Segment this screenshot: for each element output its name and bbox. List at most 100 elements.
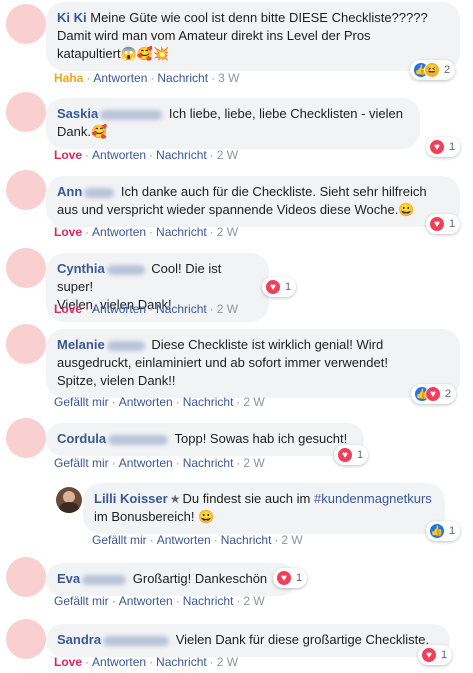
avatar[interactable] xyxy=(6,324,46,364)
reaction-summary[interactable]: ♥ 1 xyxy=(426,137,461,157)
comment-actions: Gefällt mir · Antworten · Nachricht · 2 W xyxy=(54,456,265,470)
timestamp[interactable]: 2 W xyxy=(217,148,238,162)
comment-author[interactable]: Cynthia xyxy=(57,261,105,276)
like-link[interactable]: Gefällt mir xyxy=(54,594,109,608)
love-icon: ♥ xyxy=(425,386,441,402)
comment-bubble: Eva Großartig! Dankeschön xyxy=(46,563,296,596)
comment-author[interactable]: Lilli Koisser xyxy=(94,491,168,506)
comment-actions: Love · Antworten · Nachricht · 2 W xyxy=(54,302,239,316)
avatar[interactable] xyxy=(6,92,46,132)
avatar[interactable] xyxy=(6,4,46,44)
avatar[interactable] xyxy=(6,170,46,210)
avatar[interactable] xyxy=(6,619,46,659)
message-link[interactable]: Nachricht xyxy=(156,655,207,669)
reply-link[interactable]: Antworten xyxy=(119,395,173,409)
comment-text: Du findest sie auch im xyxy=(182,491,311,506)
timestamp[interactable]: 3 W xyxy=(218,71,239,85)
comment-author[interactable]: Ki Ki xyxy=(57,10,87,25)
comment-text: Ich danke auch für die Checkliste. Sieht… xyxy=(120,184,427,199)
reaction-summary[interactable]: ♥ 1 xyxy=(426,214,461,234)
comment-text: Spitze, vielen Dank!! xyxy=(57,373,176,388)
comment-text: aus und verspricht wieder spannende Vide… xyxy=(57,202,399,217)
reaction-summary[interactable]: ♥ 1 xyxy=(418,645,453,665)
emoji: 😱🥰💥 xyxy=(120,46,170,61)
reply-link[interactable]: Antworten xyxy=(92,148,146,162)
comment-text: Dank. xyxy=(57,124,91,139)
comment-author[interactable]: Sandra xyxy=(57,632,101,647)
hashtag-link[interactable]: #kundenmagnetkurs xyxy=(314,491,432,506)
comment-author[interactable]: Ann xyxy=(57,184,82,199)
message-link[interactable]: Nachricht xyxy=(221,533,272,547)
reaction-summary[interactable]: ♥ 1 xyxy=(273,568,308,588)
reaction-count: 2 xyxy=(445,388,452,400)
reaction-link[interactable]: Love xyxy=(54,225,82,239)
reply-link[interactable]: Antworten xyxy=(92,225,146,239)
avatar[interactable] xyxy=(6,248,46,288)
comment-bubble: Saskia Ich liebe, liebe, liebe Checklist… xyxy=(46,98,420,149)
message-link[interactable]: Nachricht xyxy=(183,594,234,608)
message-link[interactable]: Nachricht xyxy=(183,395,234,409)
comment-actions: Gefällt mir · Antworten · Nachricht · 2 W xyxy=(92,533,303,547)
reaction-count: 1 xyxy=(441,649,448,661)
comment-actions: Love · Antworten · Nachricht · 2 W xyxy=(54,148,239,162)
reaction-summary[interactable]: ♥ 1 xyxy=(262,277,297,297)
timestamp[interactable]: 2 W xyxy=(281,533,302,547)
message-link[interactable]: Nachricht xyxy=(157,71,208,85)
reaction-summary[interactable]: 👍 😆 2 xyxy=(410,60,456,80)
reaction-count: 1 xyxy=(449,218,456,230)
reaction-count: 1 xyxy=(357,449,364,461)
comment-text: ausgedruckt, einlaminiert und ab sofort … xyxy=(57,355,388,370)
love-icon: ♥ xyxy=(276,570,292,586)
reaction-count: 1 xyxy=(449,141,456,153)
avatar[interactable] xyxy=(6,557,46,597)
comment-bubble: Ann Ich danke auch für die Checkliste. S… xyxy=(46,176,460,227)
reaction-summary[interactable]: 👍 ♥ 2 xyxy=(411,384,457,404)
comment-text: Damit wird man vom Amateur direkt ins Le… xyxy=(57,28,371,43)
timestamp[interactable]: 2 W xyxy=(243,456,264,470)
reaction-link[interactable]: Love xyxy=(54,302,82,316)
reaction-count: 1 xyxy=(285,281,292,293)
like-link[interactable]: Gefällt mir xyxy=(54,395,109,409)
love-icon: ♥ xyxy=(265,279,281,295)
blurred-surname xyxy=(106,264,145,275)
comment-author[interactable]: Eva xyxy=(57,571,80,586)
reply-link[interactable]: Antworten xyxy=(92,302,146,316)
blurred-surname xyxy=(103,635,170,646)
message-link[interactable]: Nachricht xyxy=(156,302,207,316)
message-link[interactable]: Nachricht xyxy=(156,225,207,239)
comment-actions: Love · Antworten · Nachricht · 2 W xyxy=(54,225,239,239)
reply-link[interactable]: Antworten xyxy=(157,533,211,547)
message-link[interactable]: Nachricht xyxy=(156,148,207,162)
reply-link[interactable]: Antworten xyxy=(119,456,173,470)
avatar[interactable] xyxy=(6,418,46,458)
blurred-surname xyxy=(108,434,169,445)
reaction-summary[interactable]: ♥ 1 xyxy=(334,445,369,465)
reaction-link[interactable]: Love xyxy=(54,148,82,162)
timestamp[interactable]: 2 W xyxy=(217,225,238,239)
like-link[interactable]: Gefällt mir xyxy=(54,456,109,470)
reaction-link[interactable]: Love xyxy=(54,655,82,669)
timestamp[interactable]: 2 W xyxy=(217,302,238,316)
reaction-summary[interactable]: 👍 1 xyxy=(426,521,461,541)
timestamp[interactable]: 2 W xyxy=(243,594,264,608)
timestamp[interactable]: 2 W xyxy=(217,655,238,669)
reply-link[interactable]: Antworten xyxy=(93,71,147,85)
comment-bubble: Sandra Vielen Dank für diese großartige … xyxy=(46,624,450,657)
avatar[interactable] xyxy=(56,487,82,513)
love-icon: ♥ xyxy=(429,216,445,232)
comment-author[interactable]: Saskia xyxy=(57,106,98,121)
reaction-link[interactable]: Haha xyxy=(54,71,83,85)
comment-text: Ich liebe, liebe, liebe Checklisten - vi… xyxy=(168,106,403,121)
comment-author[interactable]: Melanie xyxy=(57,337,105,352)
timestamp[interactable]: 2 W xyxy=(243,395,264,409)
reply-link[interactable]: Antworten xyxy=(119,594,173,608)
reply-link[interactable]: Antworten xyxy=(92,655,146,669)
comment-text: Topp! Sowas hab ich gesucht! xyxy=(174,431,348,446)
comment-bubble: Cordula Topp! Sowas hab ich gesucht! xyxy=(46,423,364,456)
like-link[interactable]: Gefällt mir xyxy=(92,533,147,547)
comment-bubble: Lilli Koisser ★ Du findest sie auch im #ku… xyxy=(83,483,445,534)
emoji: 😀 xyxy=(398,202,415,217)
star-icon: ★ xyxy=(169,492,181,506)
message-link[interactable]: Nachricht xyxy=(183,456,234,470)
comment-author[interactable]: Cordula xyxy=(57,431,106,446)
